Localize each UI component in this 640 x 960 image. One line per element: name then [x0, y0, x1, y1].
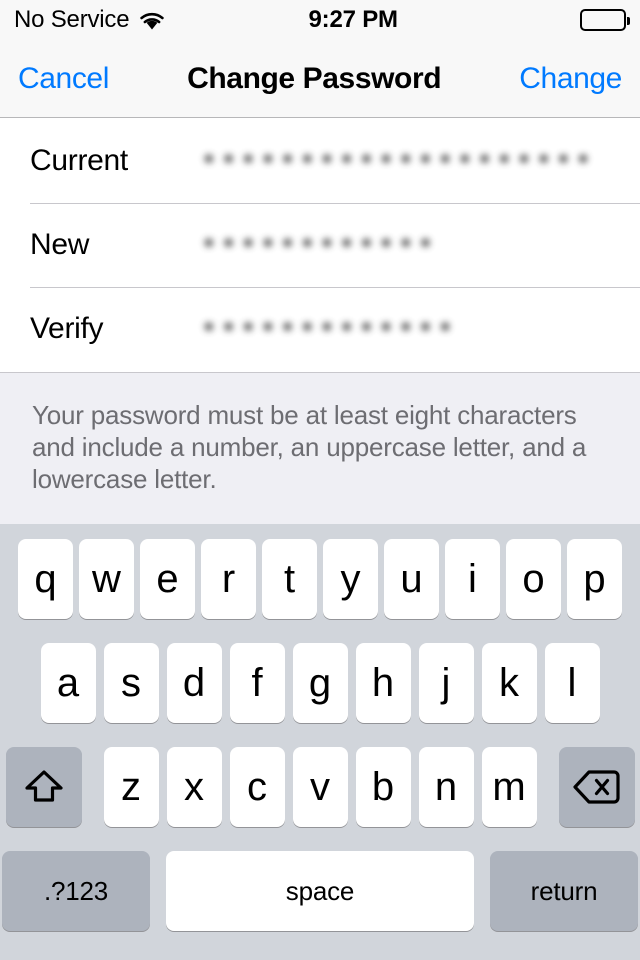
onscreen-keyboard: qwertyuiop asdfghjkl zxcvbnm .?123 space… — [0, 524, 640, 960]
key-g[interactable]: g — [292, 643, 348, 723]
verify-password-value: ••••••••••••• — [200, 314, 457, 344]
shift-icon — [22, 767, 66, 807]
keyboard-row-2: asdfghjkl — [0, 640, 640, 726]
password-requirements-text: Your password must be at least eight cha… — [32, 400, 587, 494]
key-y[interactable]: y — [323, 539, 378, 619]
keyboard-row-3: zxcvbnm — [0, 744, 640, 830]
key-l[interactable]: l — [544, 643, 600, 723]
key-x[interactable]: x — [166, 747, 222, 827]
page-title: Change Password — [187, 61, 442, 95]
key-s[interactable]: s — [103, 643, 159, 723]
new-password-value: •••••••••••• — [200, 230, 437, 260]
status-bar-right — [580, 9, 630, 31]
iphone-screen: No Service 9:27 PM Cancel Change Passwor… — [0, 0, 640, 960]
verify-password-field[interactable]: ••••••••••••• — [200, 312, 640, 346]
shift-key[interactable] — [5, 747, 82, 827]
new-password-row[interactable]: New •••••••••••• — [0, 203, 640, 287]
key-a[interactable]: a — [40, 643, 96, 723]
space-key[interactable]: space — [166, 851, 474, 931]
key-f[interactable]: f — [229, 643, 285, 723]
key-j[interactable]: j — [418, 643, 474, 723]
battery-icon — [580, 9, 630, 31]
return-key[interactable]: return — [490, 851, 638, 931]
key-m[interactable]: m — [481, 747, 537, 827]
password-requirements-section: Your password must be at least eight cha… — [0, 372, 640, 524]
navigation-bar: Cancel Change Password Change — [0, 40, 640, 118]
key-w[interactable]: w — [79, 539, 134, 619]
current-password-row[interactable]: Current •••••••••••••••••••• — [0, 119, 640, 203]
key-v[interactable]: v — [292, 747, 348, 827]
key-b[interactable]: b — [355, 747, 411, 827]
carrier-label: No Service — [14, 6, 130, 33]
key-r[interactable]: r — [201, 539, 256, 619]
key-q[interactable]: q — [18, 539, 73, 619]
key-p[interactable]: p — [567, 539, 622, 619]
keyboard-row-4: .?123 space return — [0, 848, 640, 934]
cancel-button[interactable]: Cancel — [18, 62, 109, 96]
keyboard-row-1: qwertyuiop — [0, 536, 640, 622]
key-d[interactable]: d — [166, 643, 222, 723]
key-z[interactable]: z — [103, 747, 159, 827]
key-c[interactable]: c — [229, 747, 285, 827]
verify-password-row[interactable]: Verify ••••••••••••• — [0, 287, 640, 371]
key-h[interactable]: h — [355, 643, 411, 723]
key-t[interactable]: t — [262, 539, 317, 619]
key-u[interactable]: u — [384, 539, 439, 619]
current-password-field[interactable]: •••••••••••••••••••• — [200, 144, 640, 178]
key-i[interactable]: i — [445, 539, 500, 619]
current-password-label: Current — [30, 144, 128, 177]
new-password-label: New — [30, 228, 90, 261]
key-o[interactable]: o — [506, 539, 561, 619]
current-password-value: •••••••••••••••••••• — [200, 146, 594, 176]
status-bar: No Service 9:27 PM — [0, 0, 640, 40]
key-n[interactable]: n — [418, 747, 474, 827]
key-k[interactable]: k — [481, 643, 537, 723]
backspace-icon — [572, 768, 622, 806]
numeric-mode-key[interactable]: .?123 — [2, 851, 150, 931]
key-e[interactable]: e — [140, 539, 195, 619]
new-password-field[interactable]: •••••••••••• — [200, 228, 640, 262]
status-bar-clock: 9:27 PM — [308, 6, 399, 33]
change-button[interactable]: Change — [519, 62, 622, 96]
backspace-key[interactable] — [558, 747, 635, 827]
verify-password-label: Verify — [30, 312, 104, 345]
password-form-section: Current •••••••••••••••••••• New •••••••… — [0, 119, 640, 372]
